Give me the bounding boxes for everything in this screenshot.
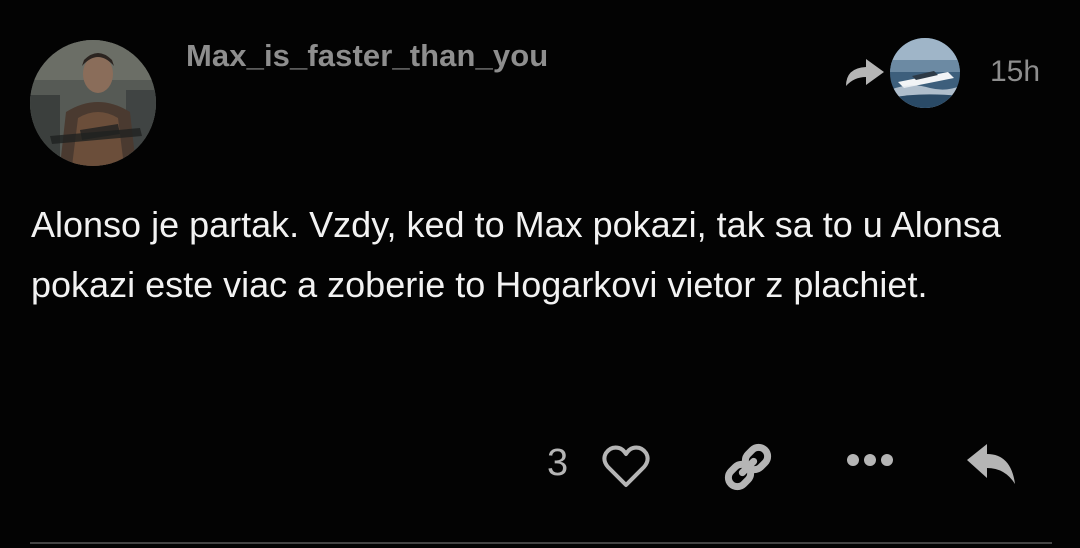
post-username[interactable]: Max_is_faster_than_you (186, 38, 548, 74)
forum-post: Max_is_faster_than_you 15h Alonso je par… (0, 0, 1080, 548)
post-divider (30, 542, 1052, 544)
post-body: Alonso je partak. Vzdy, ked to Max pokaz… (31, 204, 1001, 305)
ellipsis-icon[interactable] (845, 452, 895, 468)
avatar-image (30, 40, 156, 166)
post-actions: 3 (0, 438, 1080, 494)
reply-to-indicator[interactable] (842, 38, 960, 108)
reply-arrow-icon (846, 59, 884, 86)
user-avatar[interactable] (30, 40, 156, 166)
replied-user-avatar[interactable] (890, 38, 960, 108)
post-timestamp[interactable]: 15h (990, 55, 1040, 89)
heart-icon[interactable] (601, 444, 651, 490)
boat-avatar-image (890, 38, 960, 108)
link-icon[interactable] (720, 440, 776, 494)
reply-icon[interactable] (965, 440, 1019, 488)
like-count[interactable]: 3 (547, 442, 568, 485)
